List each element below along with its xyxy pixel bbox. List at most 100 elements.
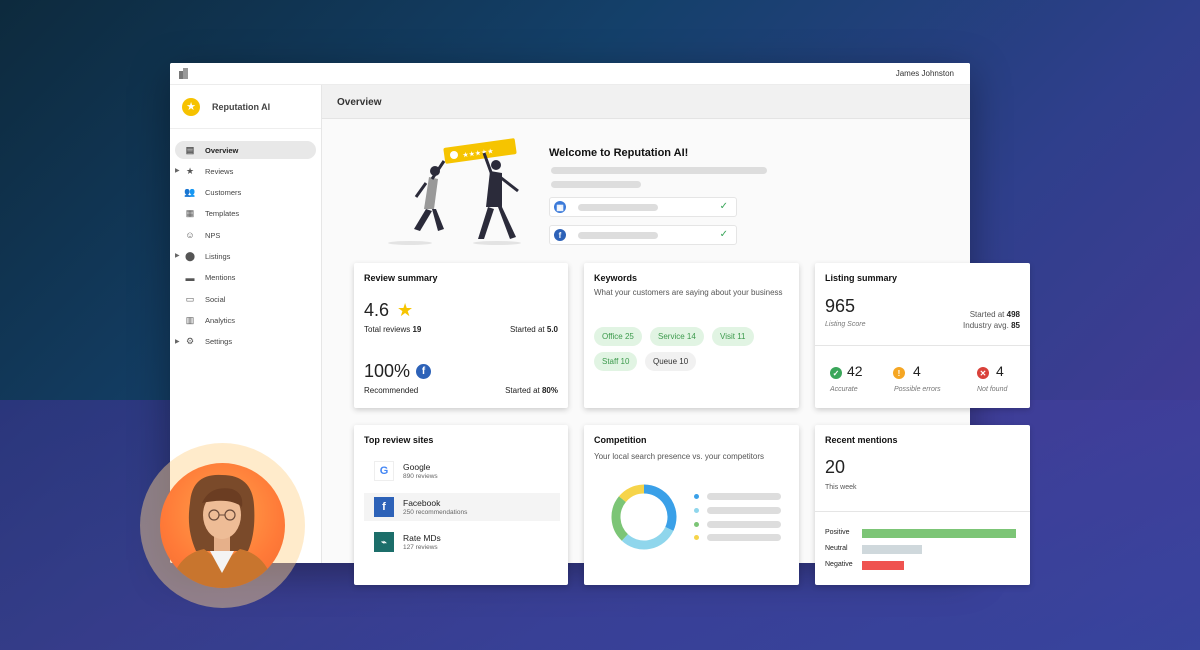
- legend-placeholder-bar: [707, 534, 781, 541]
- document-icon: ▦: [185, 208, 195, 219]
- industry-avg-label: Industry avg.: [963, 321, 1009, 330]
- keyword-chip[interactable]: Service 14: [650, 327, 704, 346]
- review-site-facebook[interactable]: f Facebook 250 recommendations: [364, 493, 560, 521]
- keyword-chip[interactable]: Visit 11: [712, 327, 754, 346]
- sidebar-item-label: Overview: [205, 145, 239, 155]
- sidebar-item-customers[interactable]: 👥 Customers: [175, 184, 316, 202]
- keyword-count: 10: [679, 357, 689, 366]
- mentions-count: 20: [825, 457, 846, 477]
- people-icon: 👥: [184, 187, 196, 198]
- review-site-google[interactable]: G Google 890 reviews: [364, 457, 560, 485]
- accurate-label: Accurate: [830, 386, 858, 393]
- facebook-icon: f: [416, 364, 431, 379]
- industry-avg-value: 85: [1011, 321, 1020, 330]
- site-name: Google: [403, 462, 431, 472]
- building-badge-icon: ▦: [554, 201, 566, 213]
- google-icon: G: [374, 461, 394, 481]
- sidebar-item-label: Mentions: [205, 273, 236, 283]
- possible-errors-count: 4: [913, 363, 921, 379]
- started-at: Started at 5.0: [510, 325, 558, 334]
- chat-icon: ▬: [185, 272, 195, 283]
- connected-account[interactable]: f ✓: [549, 225, 737, 245]
- card-subtitle: Your local search presence vs. your comp…: [594, 452, 765, 461]
- facebook-icon: f: [374, 497, 394, 517]
- legend-dot: [694, 494, 699, 499]
- site-count: 890 reviews: [403, 473, 438, 480]
- sidebar-item-settings[interactable]: ▶ ⚙ Settings: [175, 333, 316, 351]
- sentiment-bar-negative: [862, 561, 904, 570]
- caret-right-icon[interactable]: ▶: [175, 338, 180, 345]
- donut-slice: [643, 484, 677, 531]
- sidebar-item-label: Templates: [205, 209, 240, 219]
- sidebar-item-overview[interactable]: ▤ Overview: [175, 141, 316, 159]
- star-icon: ★: [397, 300, 414, 320]
- donut-slice: [611, 496, 629, 541]
- total-reviews: Total reviews 19: [364, 325, 421, 334]
- legend-placeholder-bar: [707, 521, 781, 528]
- donut-slice: [618, 484, 645, 503]
- placeholder-bar: [578, 204, 658, 211]
- sentiment-label-negative: Negative: [825, 561, 853, 568]
- review-summary-card: Review summary 4.6 ★ Total reviews 19 St…: [354, 263, 568, 408]
- recent-mentions-card: Recent mentions 20 This week Positive Ne…: [815, 425, 1030, 585]
- facebook-icon: f: [554, 229, 566, 241]
- site-count: 250 recommendations: [403, 509, 468, 516]
- welcome-placeholder-line: [551, 181, 641, 188]
- sidebar-item-listings[interactable]: ▶ ⬤ Listings: [175, 247, 316, 265]
- sentiment-label-neutral: Neutral: [825, 545, 848, 552]
- review-site-ratemds[interactable]: ⌁ Rate MDs 127 reviews: [364, 528, 560, 556]
- site-info: Rate MDs 127 reviews: [403, 533, 441, 551]
- keyword-label: Office: [602, 332, 623, 341]
- divider: [815, 345, 1030, 346]
- sidebar-item-label: Customers: [205, 188, 242, 198]
- page-title: Overview: [322, 85, 970, 119]
- sentiment-bar-positive: [862, 529, 1016, 538]
- check-circle-icon: ✓: [830, 367, 842, 379]
- keyword-label: Queue: [653, 357, 678, 366]
- welcome-illustration: ★★★★★: [388, 138, 521, 245]
- keyword-count: 14: [686, 332, 696, 341]
- user-name[interactable]: James Johnston: [896, 69, 954, 78]
- sidebar-item-analytics[interactable]: ▥ Analytics: [175, 311, 316, 329]
- sidebar-item-label: Social: [205, 294, 226, 304]
- sidebar-item-mentions[interactable]: ▬ Mentions: [175, 269, 316, 287]
- sentiment-label-positive: Positive: [825, 529, 850, 536]
- total-reviews-value: 19: [412, 325, 422, 334]
- check-icon: ✓: [719, 229, 728, 240]
- started-at-value: 498: [1006, 310, 1020, 319]
- close-circle-icon: ✕: [977, 367, 989, 379]
- site-name: Facebook: [403, 498, 441, 508]
- sidebar-item-social[interactable]: ▭ Social: [175, 290, 316, 308]
- divider: [815, 511, 1030, 512]
- legend-dot: [694, 522, 699, 527]
- site-name: Rate MDs: [403, 533, 441, 543]
- caret-right-icon[interactable]: ▶: [175, 167, 180, 174]
- sidebar-item-label: Listings: [205, 251, 231, 261]
- star-logo-icon: ★: [182, 97, 200, 116]
- card-title: Top review sites: [364, 435, 434, 445]
- location-pin-icon: ⬤: [184, 250, 196, 261]
- keyword-chip[interactable]: Queue 10: [645, 352, 697, 371]
- sidebar-item-label: Reviews: [205, 166, 234, 176]
- mentions-period: This week: [825, 484, 857, 491]
- card-title: Recent mentions: [825, 435, 898, 445]
- site-count: 127 reviews: [403, 544, 438, 551]
- keyword-label: Staff: [602, 357, 619, 366]
- building-icon[interactable]: [178, 68, 189, 79]
- competition-donut-chart: [611, 484, 677, 550]
- started-at-label: Started at: [505, 386, 540, 395]
- top-bar: James Johnston: [170, 63, 970, 85]
- keyword-label: Service: [658, 332, 685, 341]
- started-at-recommended: Started at 80%: [505, 386, 558, 395]
- keyword-chip[interactable]: Office 25: [594, 327, 642, 346]
- caret-right-icon[interactable]: ▶: [175, 252, 180, 259]
- keyword-chip[interactable]: Staff 10: [594, 352, 638, 371]
- connected-account[interactable]: ▦ ✓: [549, 197, 737, 217]
- card-title: Keywords: [594, 273, 638, 283]
- site-info: Google 890 reviews: [403, 462, 438, 480]
- sidebar-item-nps[interactable]: ☺ NPS: [175, 226, 316, 244]
- legend-dot: [694, 535, 699, 540]
- brand[interactable]: ★ Reputation AI: [170, 85, 321, 129]
- sidebar-item-reviews[interactable]: ▶ ★ Reviews: [175, 162, 316, 180]
- sidebar-item-templates[interactable]: ▦ Templates: [175, 205, 316, 223]
